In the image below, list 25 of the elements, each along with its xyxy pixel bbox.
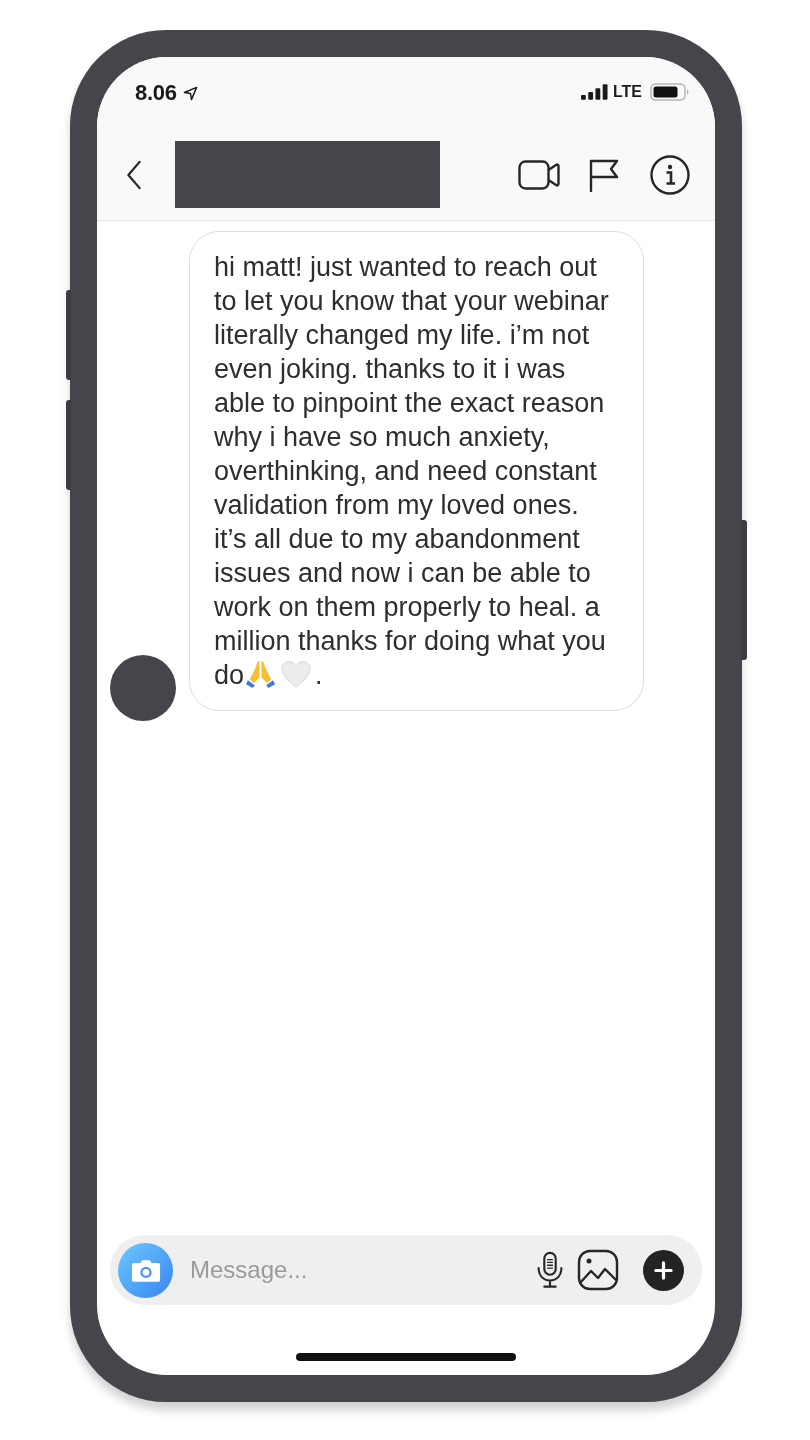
report-button[interactable] <box>588 157 620 192</box>
video-call-button[interactable] <box>518 158 560 191</box>
signal-bars-icon <box>580 84 608 100</box>
plus-icon <box>654 1260 673 1280</box>
network-label: LTE <box>612 83 642 101</box>
info-icon <box>650 154 690 195</box>
image-icon <box>577 1249 619 1291</box>
message-input[interactable]: Message... <box>190 1252 535 1288</box>
video-camera-icon <box>518 158 560 191</box>
location-arrow-icon <box>182 85 198 101</box>
praying-hands-icon <box>245 658 277 689</box>
camera-button[interactable] <box>118 1242 173 1298</box>
heart-icon <box>280 659 313 689</box>
chevron-left-icon <box>125 159 143 190</box>
battery-icon <box>650 83 690 101</box>
info-button[interactable] <box>650 154 690 195</box>
message-text: hi matt! just wanted to reach out to let you know that your webinar literally changed my life. i’m not even joking. thanks to it i was able to pinpoint the exact reason why i have so much anxiety, overthinking, and need constant validation from my loved ones. it’s all due to my abandonment issues and now i can be able to work on them properly to heal. a million thanks for doing what you do . <box>214 251 610 692</box>
message-composer[interactable]: Message... <box>110 1235 702 1305</box>
flag-icon <box>588 157 620 192</box>
camera-icon <box>130 1257 161 1283</box>
status-time: 8.06 <box>135 79 177 107</box>
microphone-icon <box>535 1251 565 1289</box>
add-button[interactable] <box>643 1249 684 1291</box>
gallery-button[interactable] <box>577 1249 619 1291</box>
voice-button[interactable] <box>535 1251 565 1289</box>
